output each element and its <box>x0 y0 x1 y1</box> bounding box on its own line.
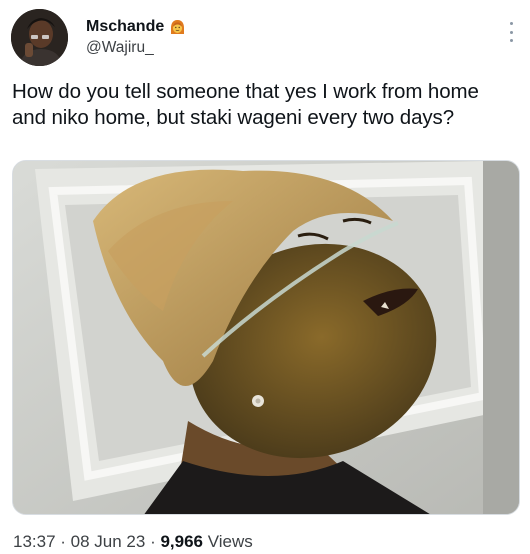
author-display-name[interactable]: Mschande <box>86 17 186 37</box>
tweet-text-line: How do you tell someone that yes I work … <box>12 80 479 103</box>
tweet-text-line: and niko home, but staki wageni every tw… <box>12 106 454 129</box>
meta-separator: · <box>145 532 161 551</box>
tweet-media-photo[interactable] <box>12 160 520 515</box>
views-label: Views <box>203 532 253 551</box>
author-block[interactable]: Mschande @Wajiru_ <box>86 17 186 58</box>
photo-image <box>13 161 519 514</box>
avatar-image <box>11 9 68 66</box>
tweet-date[interactable]: 08 Jun 23 <box>71 532 146 551</box>
more-options-icon[interactable] <box>508 22 514 42</box>
tweet-text: How do you tell someone that yes I work … <box>12 79 517 131</box>
avatar[interactable] <box>11 9 68 66</box>
tweet-header: Mschande @Wajiru_ <box>0 0 530 72</box>
views-count[interactable]: 9,966 <box>160 532 203 551</box>
woman-emoji-icon <box>169 19 186 36</box>
tweet-time[interactable]: 13:37 <box>13 532 56 551</box>
tweet-meta: 13:37 · 08 Jun 23 · 9,966 Views <box>13 531 253 553</box>
author-handle[interactable]: @Wajiru_ <box>86 38 186 58</box>
meta-separator: · <box>55 532 71 551</box>
